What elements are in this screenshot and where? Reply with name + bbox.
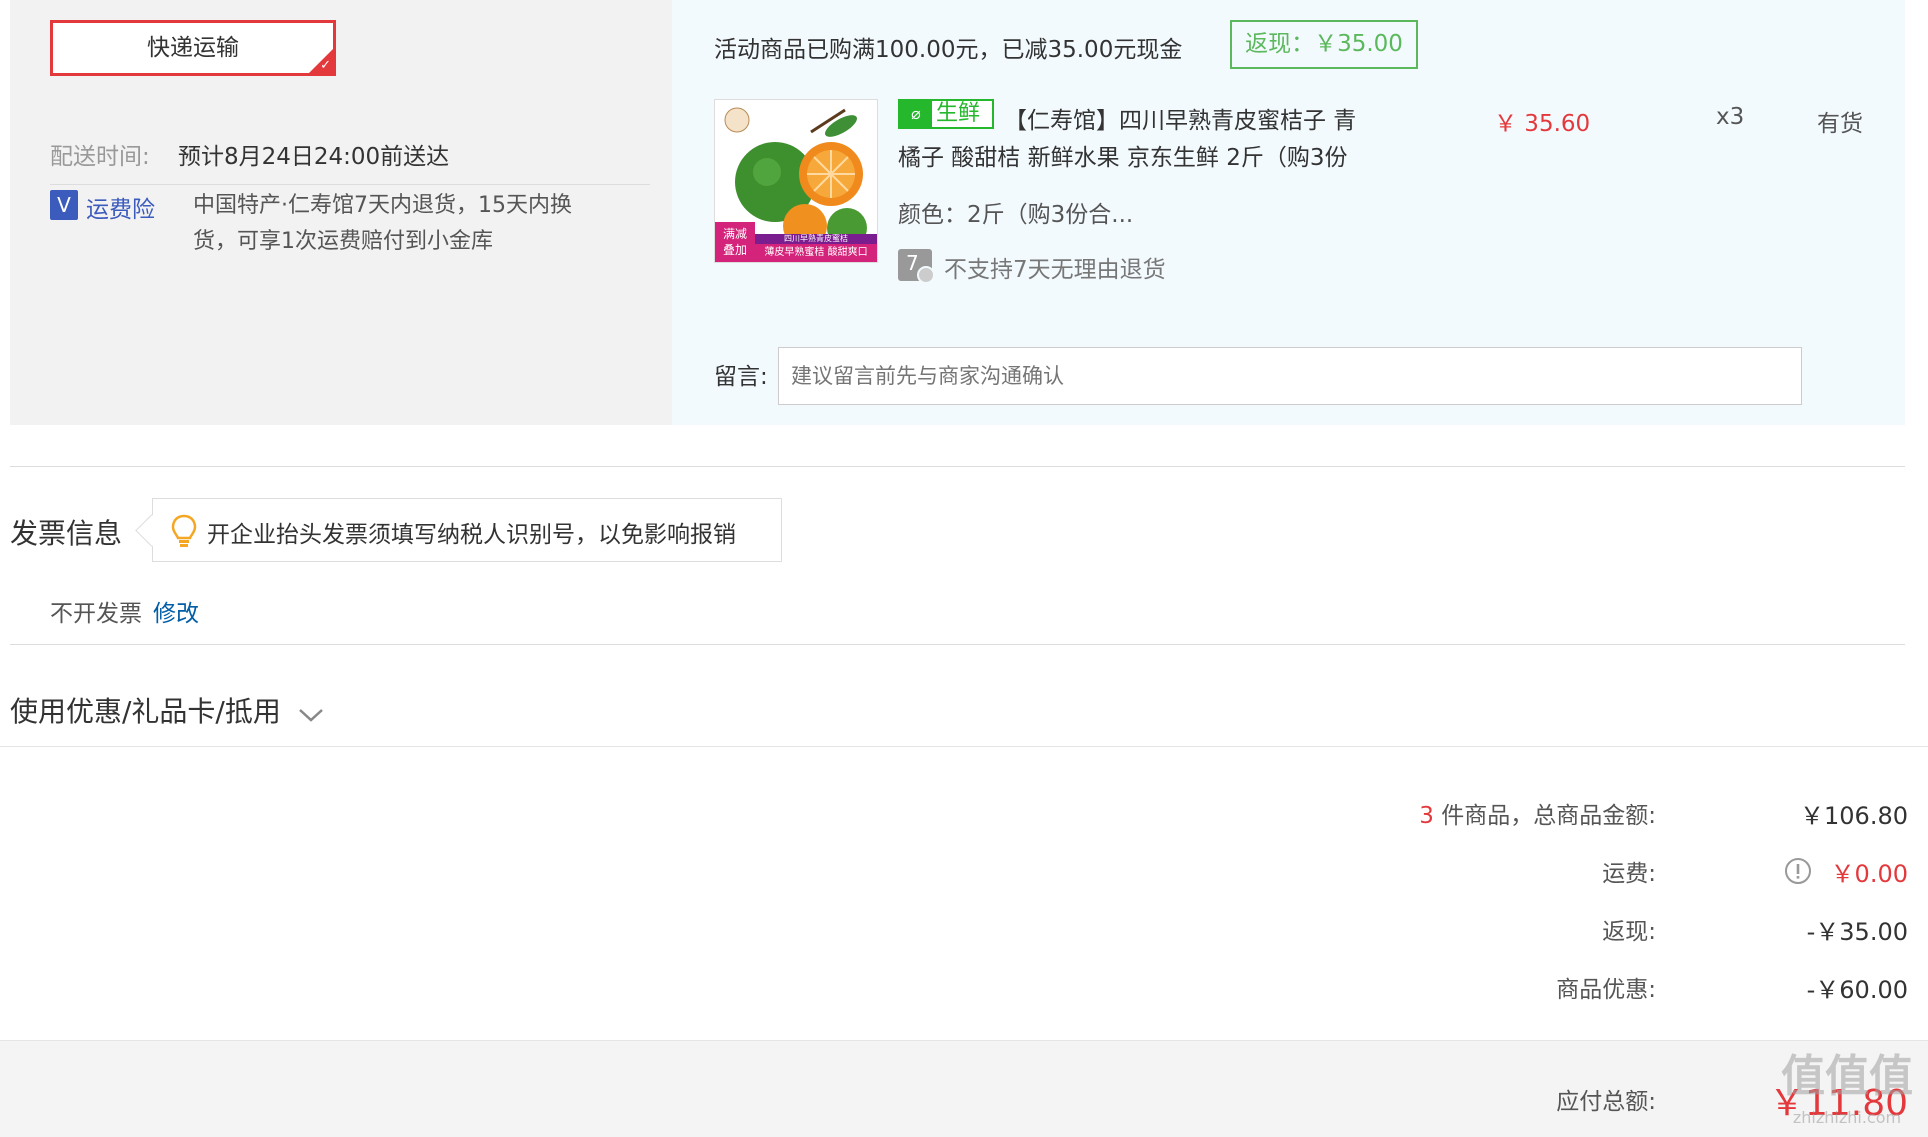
shipping-divider (50, 184, 650, 185)
no-return-icon: 7 (898, 249, 935, 284)
product-quantity: x3 (1716, 104, 1745, 130)
freight-label: 运费: (1602, 861, 1656, 887)
product-title-line1[interactable]: 【仁寿馆】四川早熟青皮蜜桔子 青 (1004, 101, 1356, 135)
info-icon[interactable] (1784, 857, 1812, 885)
insurance-desc-line1: 中国特产·仁寿馆7天内退货，15天内换 (193, 193, 572, 218)
insurance-desc-line2: 货，可享1次运费赔付到小金库 (193, 229, 493, 254)
thumb-caption-bottom: 薄皮早熟蜜桔 酸甜爽口 (764, 247, 868, 258)
watermark-logo: 值值值 (1781, 1051, 1913, 1102)
shipping-method-option[interactable]: 快递运输 ✓ (50, 20, 336, 76)
cashback-label: 返现: (1602, 919, 1656, 945)
product-title-line2[interactable]: 橘子 酸甜桔 新鲜水果 京东生鲜 2斤（购3份 (898, 138, 1348, 172)
promo-text: 活动商品已购满100.00元，已减35.00元现金 (714, 37, 1183, 63)
insurance-label[interactable]: 运费险 (86, 190, 155, 224)
summary-total-value: ￥106.80 (1800, 802, 1908, 830)
product-stock: 有货 (1817, 111, 1863, 137)
chevron-down-icon (298, 709, 323, 722)
check-icon: ✓ (320, 58, 331, 73)
thumb-promo-badge: 满减 叠加 (717, 226, 753, 258)
fish-icon: ⌀ (900, 101, 932, 127)
insurance-description: 中国特产·仁寿馆7天内退货，15天内换 货，可享1次运费赔付到小金库 (193, 188, 633, 260)
section-divider (10, 466, 1905, 467)
discount-value: -￥60.00 (1806, 976, 1908, 1004)
product-price: ￥ 35.60 (1494, 111, 1591, 137)
summary-total-label-text: 件商品，总商品金额: (1441, 803, 1656, 829)
invoice-status: 不开发票 (50, 601, 142, 627)
coupon-toggle[interactable]: 使用优惠/礼品卡/抵用 (10, 690, 324, 730)
cashback-value: -￥35.00 (1806, 918, 1908, 946)
invoice-edit-link[interactable]: 修改 (153, 594, 199, 628)
invoice-title: 发票信息 (10, 517, 123, 550)
summary-total-label: 3 件商品，总商品金额: (1300, 796, 1656, 830)
thumb-badge-line2: 叠加 (722, 243, 747, 257)
lightbulb-icon (171, 514, 197, 547)
discount-label: 商品优惠: (1556, 977, 1656, 1003)
watermark-url: zhizhizhi.com (1792, 1108, 1902, 1127)
thumb-caption-top: 四川早熟青皮蜜桔 (784, 234, 848, 243)
section-divider (10, 644, 1905, 645)
delivery-time-value: 预计8月24日24:00前送达 (178, 144, 450, 170)
shield-icon: V (50, 190, 78, 220)
payable-label: 应付总额: (1556, 1089, 1656, 1115)
fresh-tag: ⌀ 生鲜 (898, 99, 994, 129)
coupon-title: 使用优惠/礼品卡/抵用 (10, 695, 281, 728)
freight-value: ￥0.00 (1830, 860, 1908, 888)
cashback-badge: 返现：￥35.00 (1230, 20, 1418, 69)
thumb-badge-line1: 满减 (722, 227, 747, 241)
note-label: 留言: (714, 364, 768, 390)
summary-item-count: 3 (1419, 803, 1434, 829)
product-color-spec: 颜色：2斤（购3份合... (898, 202, 1134, 228)
delivery-time-label: 配送时间: (50, 144, 150, 170)
invoice-tip-text: 开企业抬头发票须填写纳税人识别号，以免影响报销 (207, 522, 736, 548)
product-thumbnail[interactable]: 满减 叠加 四川早熟青皮蜜桔 薄皮早熟蜜桔 酸甜爽口 (714, 99, 878, 263)
shipping-method-label: 快递运输 (147, 35, 239, 61)
invoice-tip-box: 开企业抬头发票须填写纳税人识别号，以免影响报销 (152, 498, 782, 562)
fresh-tag-label: 生鲜 (936, 101, 981, 126)
section-divider (0, 746, 1928, 747)
return-policy-text: 不支持7天无理由退货 (944, 257, 1166, 283)
note-input[interactable] (778, 347, 1802, 405)
